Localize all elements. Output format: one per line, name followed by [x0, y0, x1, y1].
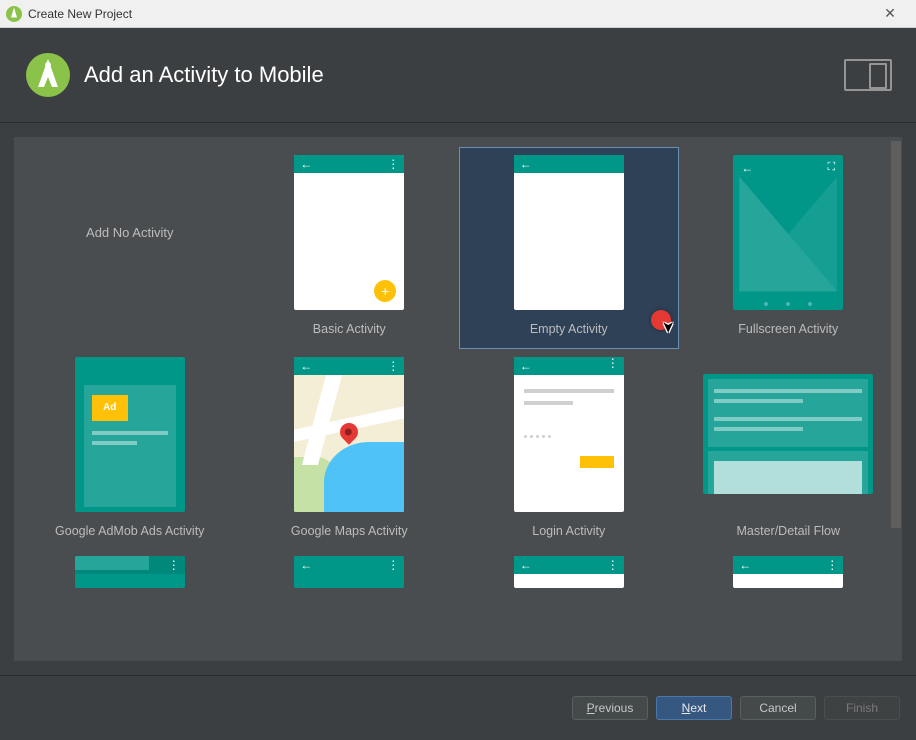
- fullscreen-activity-thumb: ← ⛶: [733, 155, 843, 310]
- next-button[interactable]: Next: [656, 696, 732, 720]
- activity-option-partial-4[interactable]: ← ⋮: [679, 551, 899, 611]
- activity-label: Basic Activity: [313, 322, 386, 336]
- window-title: Create New Project: [28, 7, 870, 21]
- device-icon: [844, 59, 892, 91]
- maps-activity-thumb: ← ⋮: [294, 357, 404, 512]
- more-icon: ⋮: [607, 558, 618, 572]
- more-icon: ⋮: [387, 558, 398, 572]
- basic-activity-thumb: ← ⋮ +: [294, 155, 404, 310]
- more-icon: ⋮: [387, 359, 398, 373]
- app-icon: [6, 6, 22, 22]
- login-activity-thumb: ← ⋮: [514, 357, 624, 512]
- activity-label: Fullscreen Activity: [738, 322, 838, 336]
- master-detail-thumb: [703, 374, 873, 494]
- close-icon[interactable]: ✕: [870, 5, 910, 22]
- activity-option-login[interactable]: ← ⋮ Login Activity: [459, 349, 679, 551]
- back-arrow-icon: ←: [741, 161, 753, 175]
- more-icon: ⋮: [168, 558, 179, 572]
- activity-option-partial-2[interactable]: ← ⋮: [240, 551, 460, 611]
- activity-option-partial-1[interactable]: ⋮: [20, 551, 240, 611]
- add-no-activity-label: Add No Activity: [86, 225, 173, 240]
- expand-icon: ⛶: [828, 161, 836, 175]
- back-arrow-icon: ←: [300, 359, 312, 373]
- page-title: Add an Activity to Mobile: [84, 62, 844, 88]
- fab-icon: +: [374, 280, 396, 302]
- activity-gallery: Add No Activity ← ⋮ +: [0, 123, 916, 675]
- activity-option-basic[interactable]: ← ⋮ + Basic Activity: [240, 147, 460, 349]
- activity-option-empty[interactable]: ← Empty Activity: [459, 147, 679, 349]
- activity-label: Google AdMob Ads Activity: [55, 524, 204, 538]
- scrollbar[interactable]: [890, 141, 902, 657]
- back-arrow-icon: ←: [300, 558, 312, 572]
- back-arrow-icon: ←: [520, 558, 532, 572]
- more-icon: ⋮: [607, 357, 618, 370]
- empty-activity-thumb: ←: [514, 155, 624, 310]
- scrollbar-thumb[interactable]: [891, 141, 901, 528]
- back-arrow-icon: ←: [520, 359, 532, 373]
- activity-label: Master/Detail Flow: [737, 524, 841, 538]
- wizard-header: Add an Activity to Mobile: [0, 28, 916, 123]
- activity-option-admob[interactable]: Ad Google AdMob Ads Activity: [20, 349, 240, 551]
- window-titlebar: Create New Project ✕: [0, 0, 916, 28]
- previous-button[interactable]: Previous: [572, 696, 648, 720]
- wizard-footer: Previous Next Cancel Finish: [0, 675, 916, 740]
- activity-label: Google Maps Activity: [291, 524, 408, 538]
- activity-option-partial-3[interactable]: ← ⋮: [459, 551, 679, 611]
- more-icon: ⋮: [387, 157, 398, 171]
- activity-option-none[interactable]: Add No Activity: [20, 147, 240, 349]
- android-studio-logo-icon: [24, 51, 72, 99]
- ad-badge: Ad: [92, 395, 128, 421]
- finish-button[interactable]: Finish: [824, 696, 900, 720]
- back-arrow-icon: ←: [300, 157, 312, 171]
- activity-label: Empty Activity: [530, 322, 608, 336]
- activity-option-master-detail[interactable]: Master/Detail Flow: [679, 349, 899, 551]
- activity-label: Login Activity: [532, 524, 605, 538]
- more-icon: ⋮: [826, 558, 837, 572]
- back-arrow-icon: ←: [520, 157, 532, 171]
- cancel-button[interactable]: Cancel: [740, 696, 816, 720]
- admob-activity-thumb: Ad: [75, 357, 185, 512]
- cursor-icon: ➤: [659, 321, 677, 334]
- back-arrow-icon: ←: [739, 558, 751, 572]
- activity-option-maps[interactable]: ← ⋮: [240, 349, 460, 551]
- activity-option-fullscreen[interactable]: ← ⛶ Fullscreen Activity: [679, 147, 899, 349]
